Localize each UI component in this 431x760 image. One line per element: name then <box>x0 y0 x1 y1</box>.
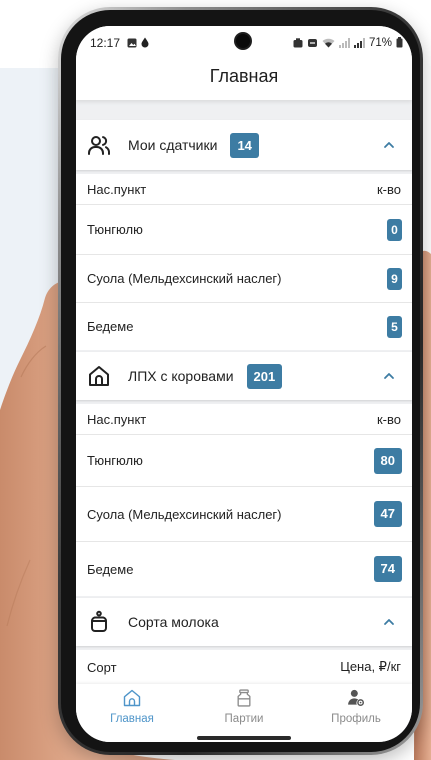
count-badge: 9 <box>387 267 402 290</box>
table-row[interactable]: Тюнгюлю 80 <box>76 434 412 486</box>
phone-bezel: 12:17 71% Главная Мои сдатчики 14 Нас.пу… <box>61 10 420 752</box>
table-row[interactable]: Суола (Мельдехсинский наслег) 47 <box>76 486 412 541</box>
nav-item-profile[interactable]: Профиль <box>300 684 412 742</box>
table-row[interactable]: Бедеме 5 <box>76 302 412 350</box>
chevron-up-icon[interactable] <box>381 614 397 630</box>
section-header-suppliers[interactable]: Мои сдатчики 14 <box>76 120 412 170</box>
column-header-settlement: Нас.пункт <box>87 411 147 427</box>
main-content[interactable]: Мои сдатчики 14 Нас.пункт к-во Тюнгюлю 0 <box>76 100 412 684</box>
section-title: Мои сдатчики <box>128 137 218 153</box>
column-header-settlement: Нас.пункт <box>87 181 147 197</box>
settlement-name: Бедеме <box>87 561 134 577</box>
phone-frame: 12:17 71% Главная Мои сдатчики 14 Нас.пу… <box>58 7 423 755</box>
count-badge: 80 <box>373 447 402 474</box>
count-badge: 74 <box>373 556 402 582</box>
table-header: Нас.пункт к-во <box>76 404 412 434</box>
nav-label-home: Главная <box>110 713 154 725</box>
settlement-name: Бедеме <box>87 319 134 334</box>
wifi-icon <box>322 38 335 48</box>
nav-item-batches[interactable]: Партии <box>188 684 300 742</box>
milk-can-icon <box>234 688 254 708</box>
home-icon <box>122 688 142 708</box>
nav-label-batches: Партии <box>224 713 264 725</box>
table-row[interactable]: Бедеме 74 <box>76 541 412 596</box>
milk-can-icon <box>87 610 111 634</box>
count-badge: 0 <box>387 218 402 241</box>
alarm-icon <box>307 38 318 48</box>
settlement-name: Суола (Мельдехсинский наслег) <box>87 506 282 522</box>
table-row[interactable]: Суола (Мельдехсинский наслег) 9 <box>76 254 412 302</box>
column-header-price: Цена, ₽/кг <box>340 659 401 674</box>
chevron-up-icon[interactable] <box>381 137 397 153</box>
status-left-group: 12:17 <box>90 36 149 50</box>
table-header: Сорт Цена, ₽/кг <box>76 650 412 684</box>
settlement-name: Тюнгюлю <box>87 222 143 237</box>
battery-percent: 71% <box>368 36 392 49</box>
count-badge: 14 <box>230 132 259 158</box>
screenshot-canvas: 12:17 71% Главная Мои сдатчики 14 Нас.пу… <box>0 0 431 760</box>
section-title: Сорта молока <box>128 614 219 630</box>
house-icon <box>87 364 111 388</box>
column-header-count: к-во <box>376 411 401 427</box>
phone-screen: 12:17 71% Главная Мои сдатчики 14 Нас.пу… <box>76 26 412 742</box>
signal-icon-secondary <box>353 37 365 48</box>
status-right-group: 71% <box>293 37 403 49</box>
table-row[interactable]: Тюнгюлю 0 <box>76 204 412 254</box>
settlement-name: Суола (Мельдехсинский наслег) <box>87 271 282 286</box>
battery-icon <box>396 37 403 48</box>
front-camera <box>236 34 250 48</box>
section-title: ЛПХ с коровами <box>128 368 234 384</box>
app-header: Главная <box>76 56 412 100</box>
status-bar: 12:17 71% <box>76 26 412 56</box>
column-header-grade: Сорт <box>87 659 117 675</box>
nav-item-home[interactable]: Главная <box>76 684 188 742</box>
home-indicator[interactable] <box>197 736 291 740</box>
nav-label-profile: Профиль <box>331 713 381 725</box>
count-badge: 201 <box>246 363 283 389</box>
section-header-milk-grades[interactable]: Сорта молока <box>76 598 412 646</box>
chevron-up-icon[interactable] <box>381 368 397 384</box>
column-header-count: к-во <box>376 181 401 197</box>
signal-icon <box>338 37 350 48</box>
page-title: Главная <box>209 65 279 86</box>
settlement-name: Тюнгюлю <box>87 453 143 468</box>
count-badge: 5 <box>387 315 402 338</box>
drop-icon <box>141 37 149 48</box>
section-header-households[interactable]: ЛПХ с коровами 201 <box>76 352 412 400</box>
status-time: 12:17 <box>90 35 121 50</box>
users-icon <box>87 133 111 157</box>
count-badge: 47 <box>373 501 402 527</box>
battery-saver-icon <box>293 37 303 48</box>
bottom-nav: Главная Партии Профиль <box>76 684 412 742</box>
table-header: Нас.пункт к-во <box>76 174 412 204</box>
profile-icon <box>346 688 366 708</box>
gallery-icon <box>127 38 137 48</box>
